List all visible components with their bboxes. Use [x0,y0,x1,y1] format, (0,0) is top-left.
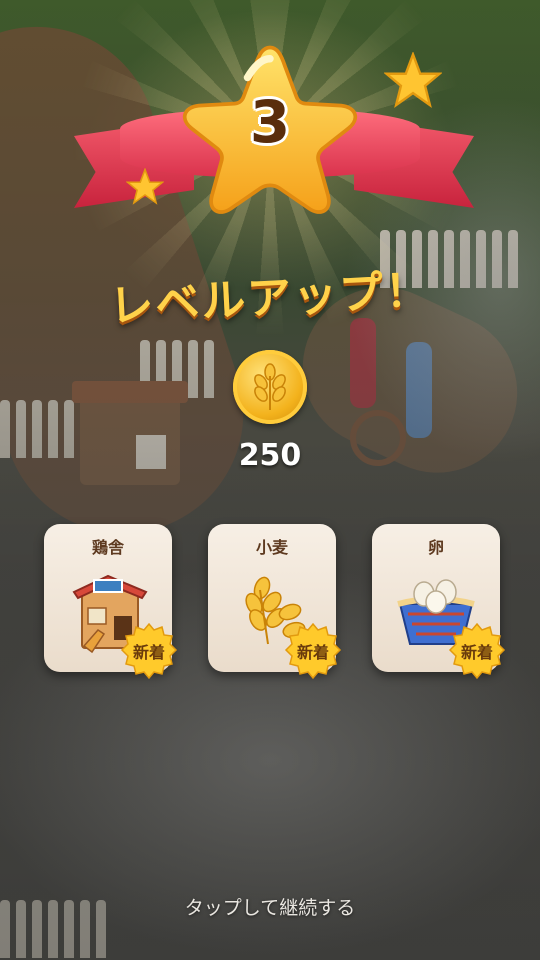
tap-to-continue[interactable]: タップして継続する [0,893,540,920]
sparkle-star-icon [384,52,442,109]
card-label: 卵 [427,538,444,557]
new-badge-label: 新着 [296,643,329,662]
sparkle-star-icon [126,168,164,205]
new-badge: 新着 [448,622,506,680]
unlock-card-wheat[interactable]: 小麦 新着 [208,524,342,680]
level-number: 3 [249,88,291,156]
new-badge: 新着 [284,622,342,680]
new-badge-label: 新着 [460,643,493,662]
card-label: 小麦 [255,538,288,557]
new-badge: 新着 [120,622,178,680]
unlock-card-egg[interactable]: 卵 新着 [372,524,506,680]
reward-amount: 250 [238,438,302,473]
unlock-card-chicken-coop[interactable]: 鶏舎 新着 [44,524,178,680]
new-badge-label: 新着 [132,643,165,662]
card-label: 鶏舎 [91,538,124,557]
wheat-coin-icon [233,350,307,424]
